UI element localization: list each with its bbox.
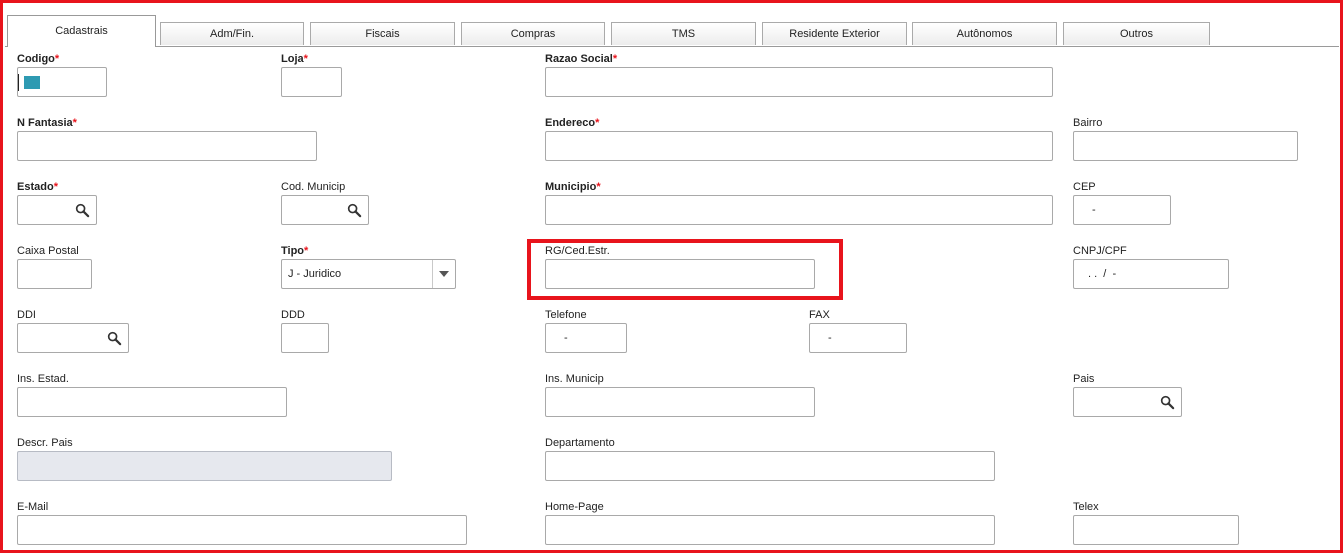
cep-field[interactable]: -	[1073, 195, 1171, 225]
estado-field[interactable]	[17, 195, 97, 225]
loja-label: Loja*	[281, 53, 308, 65]
required-mark: *	[304, 245, 309, 257]
cep-label: CEP	[1073, 181, 1096, 193]
n-fantasia-field[interactable]	[17, 131, 317, 161]
ddi-field[interactable]	[17, 323, 129, 353]
pais-label: Pais	[1073, 373, 1095, 385]
tab-tms[interactable]: TMS	[611, 22, 756, 45]
pais-field[interactable]	[1073, 387, 1182, 417]
tab-fiscais[interactable]: Fiscais	[310, 22, 455, 45]
highlight-box	[527, 239, 843, 300]
ins-municip-label: Ins. Municip	[545, 373, 604, 385]
required-mark: *	[303, 53, 308, 65]
ins-estad-label: Ins. Estad.	[17, 373, 69, 385]
tipo-label: Tipo*	[281, 245, 309, 257]
caixa-postal-label: Caixa Postal	[17, 245, 79, 257]
ins-municip-field[interactable]	[545, 387, 815, 417]
codigo-field[interactable]	[17, 67, 107, 97]
razao-social-field[interactable]	[545, 67, 1053, 97]
home-page-label: Home-Page	[545, 501, 604, 513]
search-icon[interactable]	[347, 203, 362, 218]
cod-municip-field[interactable]	[281, 195, 369, 225]
tab-residente-exterior[interactable]: Residente Exterior	[762, 22, 907, 45]
required-mark: *	[595, 117, 600, 129]
fax-label: FAX	[809, 309, 830, 321]
tipo-selected-value: J - Juridico	[288, 268, 342, 280]
descr-pais-field	[17, 451, 392, 481]
required-mark: *	[596, 181, 601, 193]
departamento-label: Departamento	[545, 437, 615, 449]
tab-baseline	[5, 46, 1339, 47]
ddd-label: DDD	[281, 309, 305, 321]
tab-bar: Cadastrais Adm/Fin. Fiscais Compras TMS …	[5, 13, 1339, 47]
municipio-field[interactable]	[545, 195, 1053, 225]
estado-label: Estado*	[17, 181, 58, 193]
text-caret	[18, 74, 19, 91]
tab-cadastrais[interactable]: Cadastrais	[7, 15, 156, 47]
ins-estad-field[interactable]	[17, 387, 287, 417]
required-mark: *	[612, 53, 618, 65]
codigo-label: Codigo*	[17, 53, 60, 65]
fax-field[interactable]: -	[809, 323, 907, 353]
ddi-label: DDI	[17, 309, 36, 321]
search-icon[interactable]	[1160, 395, 1175, 410]
municipio-label: Municipio*	[545, 181, 601, 193]
descr-pais-label: Descr. Pais	[17, 437, 73, 449]
razao-social-label: Razao Social*	[545, 53, 618, 65]
cod-municip-label: Cod. Municip	[281, 181, 346, 193]
telefone-label: Telefone	[545, 309, 587, 321]
form-frame: Cadastrais Adm/Fin. Fiscais Compras TMS …	[0, 0, 1343, 553]
email-label: E-Mail	[17, 501, 49, 513]
required-mark: *	[72, 117, 77, 129]
ddd-field[interactable]	[281, 323, 329, 353]
tab-compras[interactable]: Compras	[461, 22, 605, 45]
n-fantasia-label: N Fantasia*	[17, 117, 77, 129]
email-field[interactable]	[17, 515, 467, 545]
cnpj-cpf-label: CNPJ/CPF	[1073, 245, 1127, 257]
chevron-down-icon[interactable]	[432, 260, 455, 288]
bairro-label: Bairro	[1073, 117, 1103, 129]
search-icon[interactable]	[107, 331, 122, 346]
endereco-field[interactable]	[545, 131, 1053, 161]
departamento-field[interactable]	[545, 451, 995, 481]
bairro-field[interactable]	[1073, 131, 1298, 161]
home-page-field[interactable]	[545, 515, 995, 545]
required-mark: *	[53, 181, 58, 193]
tab-adm-fin[interactable]: Adm/Fin.	[160, 22, 304, 45]
loja-field[interactable]	[281, 67, 342, 97]
telefone-field[interactable]: -	[545, 323, 627, 353]
endereco-label: Endereco*	[545, 117, 600, 129]
codigo-color-swatch	[24, 76, 40, 89]
tab-autonomos[interactable]: Autônomos	[912, 22, 1057, 45]
telex-label: Telex	[1073, 501, 1099, 513]
tab-outros[interactable]: Outros	[1063, 22, 1210, 45]
caixa-postal-field[interactable]	[17, 259, 92, 289]
telex-field[interactable]	[1073, 515, 1239, 545]
required-mark: *	[54, 53, 60, 65]
search-icon[interactable]	[75, 203, 90, 218]
tipo-select[interactable]: J - Juridico	[281, 259, 456, 289]
cnpj-cpf-field[interactable]: . . / -	[1073, 259, 1229, 289]
